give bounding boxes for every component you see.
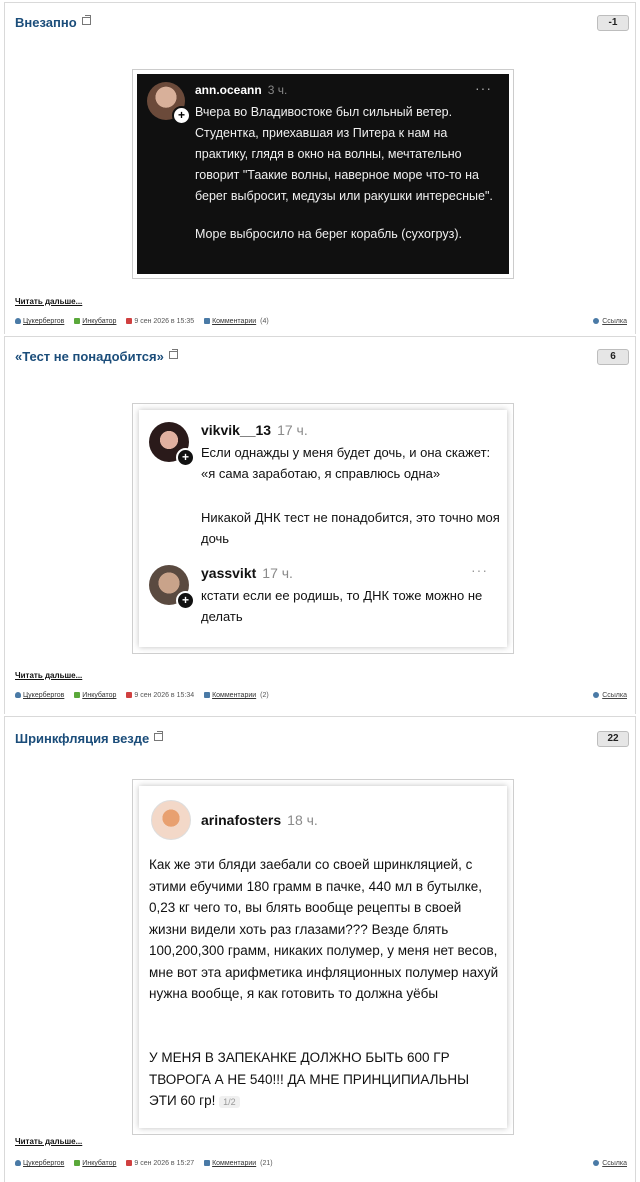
more-options-icon[interactable]: ··· [475,80,492,96]
comment-time: 18 ч. [287,812,318,828]
read-more-link[interactable]: Читать дальше... [15,297,82,306]
comment-username[interactable]: arinafosters 18 ч. [201,812,318,828]
post-date: 9 сен 2026 в 15:35 [134,318,195,325]
user-icon [15,1160,21,1167]
read-more-link[interactable]: Читать дальше... [15,1137,82,1146]
share-link[interactable]: Ссылка [593,318,627,325]
rating-badge: 6 [597,349,629,365]
read-more-link[interactable]: Читать дальше... [15,671,82,680]
author-link[interactable]: Цукербергов [23,318,64,325]
comment-text-continued: Море выбросило на берег корабль (сухогру… [195,227,462,241]
post-date: 9 сен 2026 в 15:34 [134,692,195,699]
section-link[interactable]: Инкубатор [82,318,116,325]
follow-plus-icon[interactable]: + [176,448,195,467]
follow-plus-icon[interactable]: + [176,591,195,610]
calendar-icon [126,692,133,699]
section-link[interactable]: Инкубатор [82,1160,116,1167]
external-link-icon[interactable] [154,731,164,741]
comment-text: кстати если ее родишь, то ДНК тоже можно… [201,588,483,624]
dark-comment-card: + ann.oceann 3 ч. ··· Вчера во Владивосто… [137,74,509,274]
comment-time: 3 ч. [267,83,288,97]
post-card: Внезапно -1 + ann.oceann 3 ч. ··· Вчера в… [4,2,636,334]
comments-icon [204,1160,211,1167]
comments-link[interactable]: Комментарии [212,1160,256,1167]
share-icon [593,1160,600,1167]
post-card: Шринкфляция везде 22 arinafosters 18 ч. К… [4,716,636,1182]
comments-link[interactable]: Комментарии [212,692,256,699]
post-meta: Цукербергов Инкубатор 9 сен 2026 в 15:34… [15,692,271,699]
calendar-icon [126,318,133,325]
author-link[interactable]: Цукербергов [23,1160,64,1167]
post-date: 9 сен 2026 в 15:27 [134,1160,195,1167]
rating-badge: 22 [597,731,629,747]
comment-text-continued: Никакой ДНК тест не понадобится, это точ… [201,510,500,546]
share-link[interactable]: Ссылка [593,1160,627,1167]
share-text: Ссылка [602,1160,627,1167]
post-title-text: Внезапно [15,15,77,30]
comment-time: 17 ч. [277,422,308,438]
section-link[interactable]: Инкубатор [82,692,116,699]
author-link[interactable]: Цукербергов [23,692,64,699]
external-link-icon[interactable] [168,349,178,359]
post-card: «Тест не понадобится» 6 + vikvik__13 17 ч… [4,336,636,714]
comment-time: 17 ч. [262,565,293,581]
user-icon [15,692,21,699]
comment-username[interactable]: yassvikt 17 ч. [201,565,293,581]
follow-plus-icon[interactable]: + [172,106,191,125]
user-icon [15,318,21,325]
post-meta: Цукербергов Инкубатор 9 сен 2026 в 15:27… [15,1160,275,1167]
comment-username[interactable]: vikvik__13 17 ч. [201,422,308,438]
screenshot-image: + vikvik__13 17 ч. Если однажды у меня бу… [132,403,514,654]
comments-count: (2) [260,692,269,699]
comment-text: Как же эти бляди заебали со своей шринкл… [149,857,499,1001]
more-options-icon[interactable]: ··· [471,562,488,578]
post-meta: Цукербергов Инкубатор 9 сен 2026 в 15:35… [15,318,271,325]
calendar-icon [126,1160,133,1167]
caps-text: У МЕНЯ В ЗАПЕКАНКЕ ДОЛЖНО БЫТЬ 600 ГР ТВ… [149,1050,470,1108]
comment-username[interactable]: ann.oceann 3 ч. [195,83,287,97]
comments-link[interactable]: Комментарии [212,318,256,325]
external-link-icon[interactable] [81,15,91,25]
comment-card: + vikvik__13 17 ч. Если однажды у меня бу… [139,410,507,647]
username-text: arinafosters [201,812,282,828]
comments-icon [204,692,211,699]
comment-text: Если однажды у меня будет дочь, и она ск… [201,445,491,481]
comments-count: (21) [260,1160,273,1167]
rating-badge: -1 [597,15,629,31]
comments-icon [204,318,211,325]
share-link[interactable]: Ссылка [593,692,627,699]
post-title[interactable]: Внезапно [15,15,91,30]
comment-card: arinafosters 18 ч. Как же эти бляди заеба… [139,786,507,1128]
screenshot-image: arinafosters 18 ч. Как же эти бляди заеба… [132,779,514,1135]
username-text: ann.oceann [195,83,262,97]
comment-text: Вчера во Владивостоке был сильный ветер.… [195,105,493,203]
post-title-text: Шринкфляция везде [15,731,150,746]
post-title[interactable]: «Тест не понадобится» [15,349,178,364]
comment-text-caps: У МЕНЯ В ЗАПЕКАНКЕ ДОЛЖНО БЫТЬ 600 ГР ТВ… [149,1047,489,1114]
screenshot-image: + ann.oceann 3 ч. ··· Вчера во Владивосто… [132,69,514,279]
share-icon [593,318,600,325]
page-indicator: 1/2 [219,1096,240,1108]
comments-count: (4) [260,318,269,325]
arrow-icon [74,318,81,325]
post-title-text: «Тест не понадобится» [15,349,164,364]
arrow-icon [74,692,81,699]
share-text: Ссылка [602,692,627,699]
username-text: yassvikt [201,565,257,581]
post-title[interactable]: Шринкфляция везде [15,731,164,746]
share-icon [593,692,600,699]
avatar [151,800,191,840]
share-text: Ссылка [602,318,627,325]
arrow-icon [74,1160,81,1167]
username-text: vikvik__13 [201,422,272,438]
